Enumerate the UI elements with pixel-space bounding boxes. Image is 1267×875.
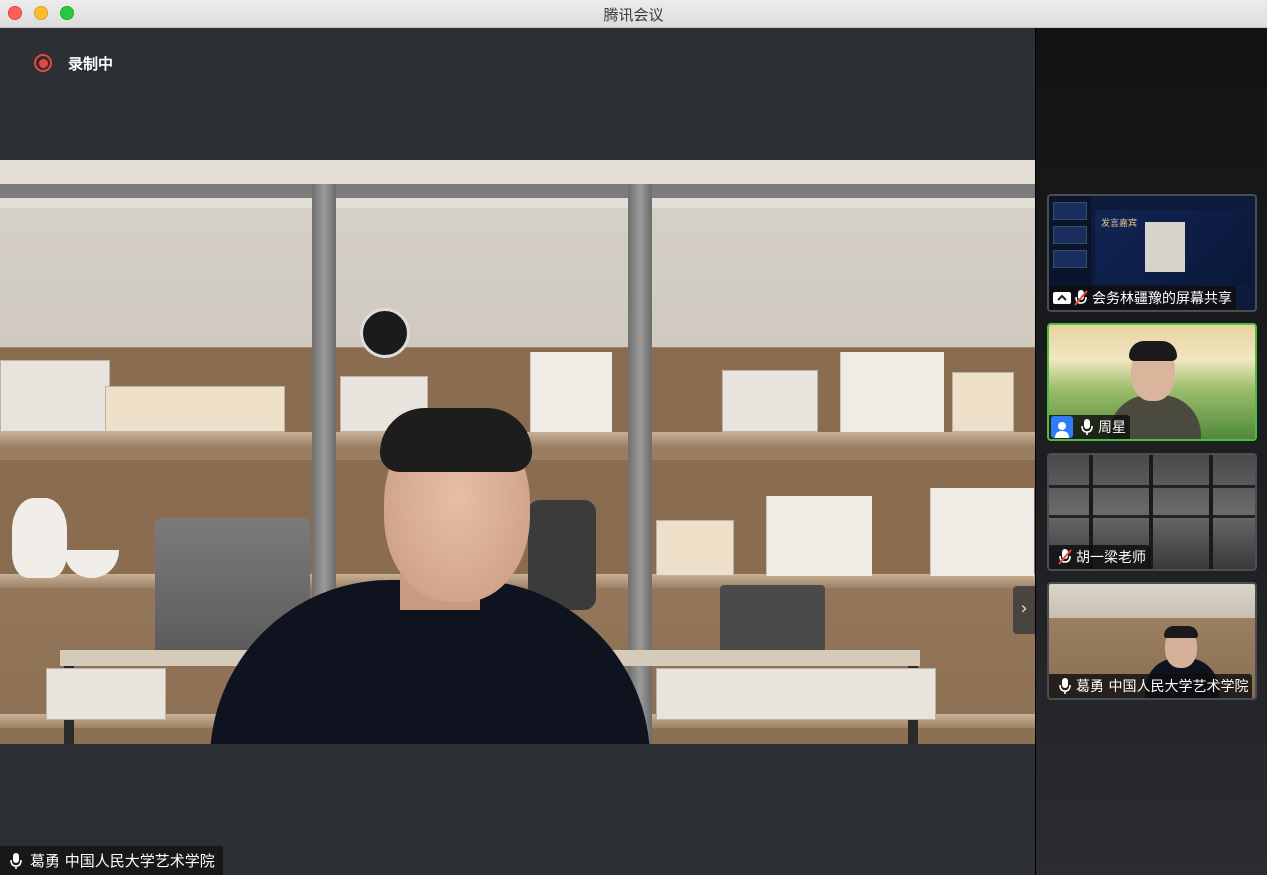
book-row [930,488,1034,576]
speaker-video: › [0,160,1035,744]
recording-indicator[interactable]: 录制中 [34,52,113,74]
slide-thumbnail [1053,202,1087,220]
window-title: 腾讯会议 [603,6,664,24]
storage-box [46,668,166,720]
book-stack [656,520,734,576]
book-row [766,496,872,576]
slide-thumbnail [1053,226,1087,244]
participant-name: 葛勇 中国人民大学艺术学院 [1076,679,1249,695]
participant-tile[interactable]: 发言嘉宾 会务林疆豫的屏幕共享 [1047,194,1257,312]
storage-box [656,668,936,720]
main-speaker-name: 葛勇 中国人民大学艺术学院 [30,852,215,870]
participant-label: 葛勇 中国人民大学艺术学院 [1049,674,1253,698]
avatar-icon [1051,416,1073,438]
mic-icon [1079,418,1095,436]
participant-tile[interactable]: 胡一梁老师 [1047,453,1257,571]
screen-share-icon [1051,289,1073,307]
mic-muted-icon [1057,548,1073,566]
participant-tile[interactable]: 葛勇 中国人民大学艺术学院 [1047,582,1257,700]
record-icon [34,54,52,72]
book-row [530,352,612,432]
participant-label: 胡一梁老师 [1049,545,1150,569]
participant-label: 会务林疆豫的屏幕共享 [1049,286,1236,310]
wall-clock [360,308,410,358]
laptop [720,585,825,657]
participant-label: 周星 [1049,415,1130,439]
recording-label: 录制中 [68,54,114,73]
chevron-right-icon[interactable]: › [1013,586,1035,634]
book-row [840,352,944,432]
main-video-stage[interactable]: 录制中 › 葛勇 中国人民大学艺术学院 [0,28,1035,875]
participant-hair [1129,341,1177,361]
slide-title: 发言嘉宾 [1101,219,1138,229]
shelf-beam [0,184,1035,198]
speaker-photo [1145,222,1185,272]
speaker-hair [380,408,532,472]
book-stack [105,386,285,432]
participant-sidebar[interactable]: 发言嘉宾 会务林疆豫的屏幕共享 周星 胡一梁老师 葛勇 中国人民大学艺术学院 [1035,28,1267,875]
window-titlebar: 腾讯会议 [0,0,1267,28]
participant-name: 胡一梁老师 [1076,550,1146,566]
book-stack [952,372,1014,432]
storage-box [0,360,110,432]
mic-muted-icon [1073,289,1089,307]
participant-hair [1164,626,1198,638]
slide-thumbnail [1053,250,1087,268]
vase [12,498,67,578]
mic-icon [1057,677,1073,695]
participant-name: 会务林疆豫的屏幕共享 [1092,291,1232,307]
participant-name: 周星 [1098,420,1126,436]
shelf-post [1209,455,1213,569]
participant-tile[interactable]: 周星 [1047,323,1257,441]
main-speaker-label: 葛勇 中国人民大学艺术学院 [0,846,223,875]
mic-icon [8,852,24,870]
storage-box [722,370,818,432]
